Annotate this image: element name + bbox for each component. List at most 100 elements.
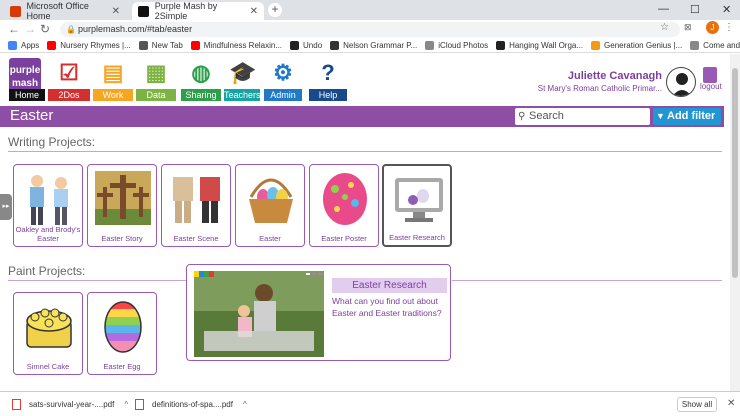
bookmark-item[interactable]: Nelson Grammar P... [330,40,418,50]
bookmark-favicon-icon [690,40,700,50]
search-icon: ⚲ [518,111,526,122]
search-input[interactable]: ⚲ Search [515,108,650,125]
lock-icon: 🔒 [66,25,76,34]
profile-avatar[interactable]: J [706,21,719,34]
download-item[interactable]: definitions-of-spa....pdf ^ [135,399,247,410]
menu-kebab-icon[interactable]: ⋮ [724,22,734,33]
project-card-easter-egg[interactable]: Easter Egg [87,292,157,375]
project-card-easter[interactable]: Easter [235,164,305,247]
user-avatar[interactable] [666,67,696,97]
tab-close-icon[interactable]: ✕ [250,6,258,17]
nav-tab-work[interactable]: Work [93,89,133,101]
card-label: Simnel Cake [26,362,70,371]
bookmark-item[interactable]: Apps [8,40,39,50]
easter-egg-icon [323,173,367,225]
clothes-illustration-icon [173,177,220,223]
minimize-icon[interactable]: — [658,3,669,15]
bookmark-favicon-icon [138,40,148,50]
tab-label: Purple Mash by 2Simple [154,1,218,21]
project-card-oakley-brody-easter[interactable]: Oakley and Brody's Easter [13,164,83,247]
url-text: purplemash.com/#tab/easter [78,24,193,34]
project-card-easter-poster[interactable]: Easter Poster [309,164,379,247]
chart-icon[interactable]: ▦ [143,60,169,86]
section-title-paint: Paint Projects: [8,264,86,278]
chevron-up-icon[interactable]: ^ [243,400,247,409]
extension-icon[interactable]: ⊠ [684,22,692,33]
star-icon[interactable]: ☆ [660,22,669,33]
bookmark-label: Generation Genius |... [604,40,683,50]
logout-door-icon[interactable] [703,67,717,83]
bookmark-favicon-icon [330,40,340,50]
page-title: Easter [10,107,54,124]
tab-label: Microsoft Office Home [26,1,89,21]
bookmark-label: Nelson Grammar P... [343,40,418,50]
download-filename: sats-survival-year-....pdf [29,400,115,409]
filter-funnel-icon: ▼ [656,111,665,121]
card-label: Easter Research [389,233,445,242]
bookmark-label: Come and See [703,40,740,50]
side-panel-toggle[interactable]: ▸▸ [0,194,12,220]
bookmark-item[interactable]: Mindfulness Relaxin... [190,40,283,50]
user-name: Juliette Cavanagh [567,70,662,82]
nav-tab-teachers[interactable]: Teachers [224,89,261,101]
tab-microsoft-office[interactable]: Microsoft Office Home ✕ [4,1,126,21]
office-favicon-icon [10,5,21,17]
scrollbar-thumb[interactable] [732,68,738,278]
notebook-icon[interactable]: ▤ [100,60,126,86]
url-field[interactable]: 🔒 purplemash.com/#tab/easter [60,22,680,37]
back-arrow-icon[interactable]: ← [8,22,20,36]
easter-basket-icon [249,178,293,223]
bookmark-label: Nursery Rhymes |... [60,40,131,50]
pdf-file-icon [12,399,21,410]
new-tab-button[interactable]: + [268,3,282,17]
nav-tab-home[interactable]: Home [9,89,45,101]
maximize-icon[interactable]: ☐ [690,3,700,16]
app-header: purple mash Home ☑ 2Dos ▤ Work ▦ Data ◍ Sharing 🎓… [0,54,730,104]
show-all-button[interactable]: Show all [677,397,717,412]
bookmark-item[interactable]: Undo [290,40,322,50]
project-card-easter-scene[interactable]: Easter Scene [161,164,231,247]
project-card-easter-research[interactable]: Easter Research [382,164,452,247]
nav-tab-sharing[interactable]: Sharing [181,89,221,101]
globe-icon[interactable]: ◍ [188,60,214,86]
bookmark-item[interactable]: New Tab [138,40,183,50]
simnel-cake-icon [26,308,72,348]
graduation-cap-icon[interactable]: 🎓 [229,60,256,86]
gear-icon[interactable]: ⚙ [270,60,296,86]
nav-tab-data[interactable]: Data [136,89,176,101]
bookmark-item[interactable]: Nursery Rhymes |... [47,40,131,50]
popup-title: Easter Research [332,278,447,293]
card-label: Easter Poster [321,234,367,243]
card-label: Easter Scene [173,234,219,243]
checklist-icon[interactable]: ☑ [56,60,82,86]
bookmark-item[interactable]: iCloud Photos [425,40,488,50]
card-label: Easter Egg [103,362,141,371]
add-filter-button[interactable]: ▼ Add filter [653,108,721,125]
pdf-file-icon [135,399,144,410]
preview-image [194,271,324,357]
chevron-up-icon[interactable]: ^ [124,400,128,409]
bookmark-item[interactable]: Come and See [690,40,740,50]
reload-icon[interactable]: ↻ [40,22,50,36]
nav-tab-2dos[interactable]: 2Dos [48,89,90,101]
popup-description: What can you find out about Easter and E… [332,296,442,318]
project-preview-popup: Easter Research What can you find out ab… [186,264,451,361]
question-icon[interactable]: ? [315,60,341,86]
bookmark-label: Mindfulness Relaxin... [203,40,283,50]
tab-close-icon[interactable]: ✕ [112,6,120,17]
tab-purple-mash[interactable]: Purple Mash by 2Simple ✕ [132,1,264,21]
logout-link[interactable]: logout [700,82,722,91]
bookmark-item[interactable]: Generation Genius |... [591,40,683,50]
forward-arrow-icon[interactable]: → [24,22,36,36]
striped-egg-icon [104,301,142,353]
purplemash-favicon-icon [138,5,149,17]
nav-tab-help[interactable]: Help [309,89,347,101]
download-item[interactable]: sats-survival-year-....pdf ^ [12,399,128,410]
project-card-simnel-cake[interactable]: Simnel Cake [13,292,83,375]
project-card-easter-story[interactable]: Easter Story [87,164,157,247]
window-close-icon[interactable]: ✕ [722,3,731,16]
close-downloads-icon[interactable]: ✕ [727,398,735,409]
page-scrollbar[interactable] [730,54,740,391]
bookmark-item[interactable]: Hanging Wall Orga... [496,40,583,50]
nav-tab-admin[interactable]: Admin [264,89,302,101]
